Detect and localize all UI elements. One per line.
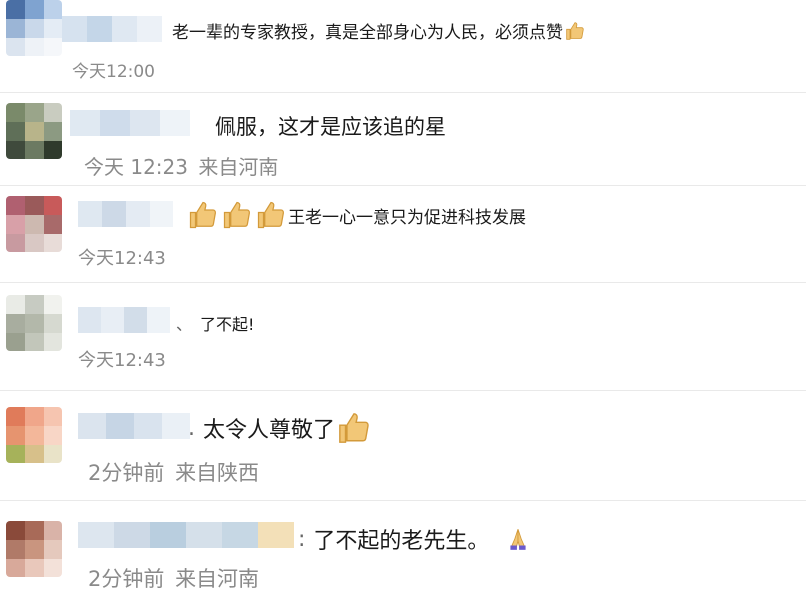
- avatar[interactable]: [6, 103, 62, 159]
- comment-line: 、 了不起!: [176, 311, 254, 335]
- comment-item: 、 了不起! 今天12:43: [0, 283, 806, 381]
- thumbs-up-icon: [223, 201, 251, 229]
- comment-time: 今天12:43: [78, 248, 166, 269]
- comment-meta: 今天12:43: [78, 346, 166, 372]
- comment-meta: 今天12:00: [72, 57, 155, 82]
- comment-time: 2分钟前: [88, 461, 165, 485]
- comment-location: 来自河南: [198, 155, 279, 179]
- avatar[interactable]: [6, 521, 62, 577]
- thumbs-up-icon: [339, 413, 369, 443]
- username-blurred[interactable]: [70, 110, 190, 136]
- comment-meta: 2分钟前 来自河南: [88, 563, 259, 593]
- comment-line: : 了不起的老先生。: [298, 523, 531, 555]
- comment-time: 今天 12:23: [84, 155, 188, 179]
- thumbs-up-icon: [566, 21, 584, 40]
- comment-feed: 老一辈的专家教授，真是全部身心为人民，必须点赞 今天12:00 佩服，这才是应该…: [0, 0, 806, 608]
- comment-text: 太令人尊敬了: [203, 418, 336, 443]
- comment-text: 王老一心一意只为促进科技发展: [288, 207, 526, 228]
- username-blurred[interactable]: [78, 201, 173, 227]
- username-blurred[interactable]: [78, 307, 170, 333]
- comment-meta: 2分钟前 来自陕西: [88, 457, 259, 487]
- comment-separator: 、: [176, 315, 193, 334]
- avatar[interactable]: [6, 0, 62, 56]
- comment-location: 来自河南: [175, 567, 260, 591]
- comment-meta: 今天12:43: [78, 244, 166, 270]
- avatar[interactable]: [6, 407, 62, 463]
- avatar[interactable]: [6, 196, 62, 252]
- comment-item: 老一辈的专家教授，真是全部身心为人民，必须点赞 今天12:00: [0, 0, 806, 92]
- username-blurred[interactable]: [62, 16, 162, 42]
- comment-time: 今天12:00: [72, 62, 155, 82]
- praying-hands-icon: [510, 529, 527, 550]
- comment-text: 了不起的老先生。: [313, 529, 490, 554]
- comment-text: 老一辈的专家教授，真是全部身心为人民，必须点赞: [172, 23, 563, 43]
- thumbs-up-icon: [257, 201, 285, 229]
- comment-item: : 了不起的老先生。 2分钟前 来自河南: [0, 501, 806, 608]
- avatar[interactable]: [6, 295, 62, 351]
- thumbs-up-icon: [189, 201, 217, 229]
- comment-text: 了不起!: [200, 315, 255, 334]
- comment-time: 2分钟前: [88, 567, 165, 591]
- comment-line: 王老一心一意只为促进科技发展: [188, 200, 526, 230]
- comment-time: 今天12:43: [78, 350, 166, 371]
- comment-separator: .: [188, 415, 195, 441]
- comment-location: 来自陕西: [175, 461, 260, 485]
- username-blurred[interactable]: [78, 413, 190, 439]
- comment-item: . 太令人尊敬了 2分钟前 来自陕西: [0, 391, 806, 499]
- username-blurred[interactable]: [78, 522, 294, 548]
- comment-meta: 今天 12:23 来自河南: [84, 151, 278, 180]
- comment-line: 老一辈的专家教授，真是全部身心为人民，必须点赞: [172, 18, 585, 43]
- comment-item: 王老一心一意只为促进科技发展 今天12:43: [0, 186, 806, 281]
- comment-separator: :: [298, 526, 306, 552]
- comment-text: 佩服，这才是应该追的星: [215, 115, 446, 139]
- comment-item: 佩服，这才是应该追的星 今天 12:23 来自河南: [0, 93, 806, 185]
- comment-line: . 太令人尊敬了: [188, 411, 371, 445]
- comment-line: 佩服，这才是应该追的星: [215, 111, 446, 141]
